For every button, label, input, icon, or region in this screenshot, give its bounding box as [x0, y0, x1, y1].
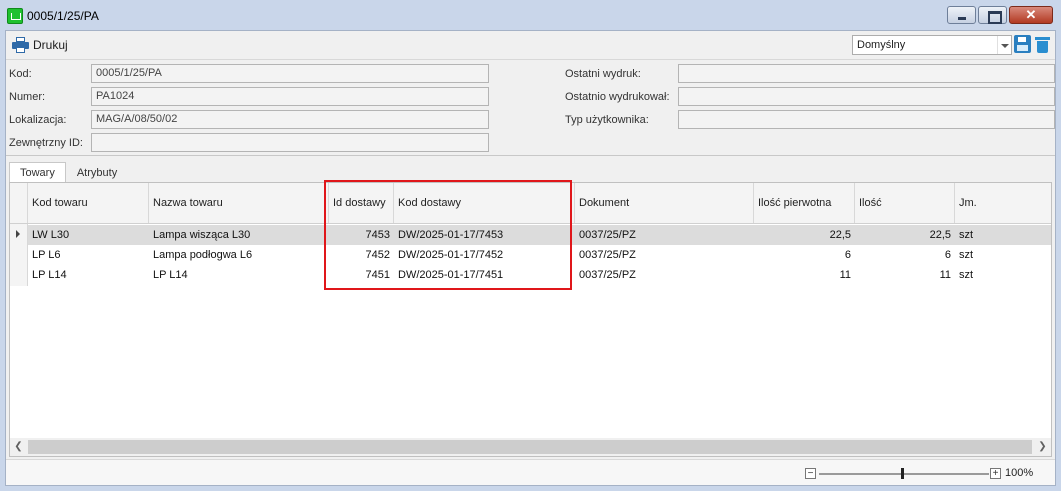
- tab-atrybuty[interactable]: Atrybuty: [66, 162, 128, 183]
- numer-label: Numer:: [9, 91, 46, 103]
- print-button[interactable]: Drukuj: [12, 35, 68, 55]
- row-indicator-column: [10, 224, 28, 286]
- layout-select-value: Domyślny: [857, 39, 906, 51]
- cell-dokument: 0037/25/PZ: [579, 249, 636, 261]
- numer-field[interactable]: PA1024: [91, 87, 489, 106]
- title-bar: 0005/1/25/PA ✕: [0, 0, 1061, 30]
- ostatnio-wydrukowal-field[interactable]: [678, 87, 1055, 106]
- cell-kod-towaru: LW L30: [32, 229, 70, 241]
- scroll-right-icon[interactable]: ❯: [1034, 438, 1051, 456]
- cell-ilosc: 6: [944, 249, 951, 261]
- cell-id-dostawy: 7453: [365, 229, 390, 241]
- status-bar: − + 100%: [6, 459, 1055, 485]
- window-title: 0005/1/25/PA: [27, 9, 99, 23]
- cell-kod-dostawy: DW/2025-01-17/7453: [398, 229, 504, 241]
- zoom-slider[interactable]: [819, 473, 989, 475]
- form-divider: [6, 155, 1055, 156]
- save-icon[interactable]: [1014, 35, 1031, 53]
- items-grid: Kod towaru Nazwa towaru Id dostawy Kod d…: [9, 182, 1052, 457]
- column-header-ilosc[interactable]: Ilość: [855, 183, 955, 223]
- maximize-button[interactable]: [978, 6, 1007, 24]
- cell-ilosc-pierwotna: 11: [839, 269, 851, 281]
- zewnetrzny-id-field[interactable]: [91, 133, 489, 152]
- column-header-kod-towaru[interactable]: Kod towaru: [28, 183, 149, 223]
- cell-kod-dostawy: DW/2025-01-17/7452: [398, 249, 504, 261]
- table-row[interactable]: LP L14 LP L14 7451 DW/2025-01-17/7451 00…: [28, 265, 1051, 285]
- toolbar: Drukuj Domyślny: [6, 31, 1055, 59]
- cell-id-dostawy: 7452: [365, 249, 390, 261]
- horizontal-scrollbar[interactable]: ❮ ❯: [10, 438, 1051, 456]
- indicator-header: [10, 183, 28, 223]
- current-row-arrow-icon: [16, 230, 20, 238]
- cell-nazwa-towaru: Lampa wisząca L30: [153, 229, 251, 241]
- toolbar-divider: [6, 59, 1055, 60]
- printer-icon: [12, 37, 29, 53]
- zewnetrzny-id-label: Zewnętrzny ID:: [9, 137, 83, 149]
- close-button[interactable]: ✕: [1009, 6, 1053, 24]
- cell-dokument: 0037/25/PZ: [579, 269, 636, 281]
- document-window: Drukuj Domyślny Kod: 0005/1/25/PA Numer:…: [5, 30, 1056, 486]
- zoom-level: 100%: [1005, 467, 1034, 479]
- typ-uzytkownika-label: Typ użytkownika:: [565, 114, 649, 126]
- column-header-dokument[interactable]: Dokument: [575, 183, 754, 223]
- cell-ilosc: 11: [939, 269, 951, 281]
- print-label: Drukuj: [33, 38, 68, 52]
- minimize-button[interactable]: [947, 6, 976, 24]
- basket-icon: [7, 8, 23, 24]
- cell-id-dostawy: 7451: [365, 269, 390, 281]
- tab-strip: Towary Atrybuty: [9, 162, 128, 183]
- window-controls: ✕: [945, 6, 1053, 24]
- cell-kod-towaru: LP L14: [32, 269, 67, 281]
- kod-label: Kod:: [9, 68, 32, 80]
- kod-field[interactable]: 0005/1/25/PA: [91, 64, 489, 83]
- lokalizacja-label: Lokalizacja:: [9, 114, 67, 126]
- cell-nazwa-towaru: LP L14: [153, 269, 188, 281]
- zoom-in-button[interactable]: +: [990, 468, 1001, 479]
- column-header-kod-dostawy[interactable]: Kod dostawy: [394, 183, 575, 223]
- tab-towary[interactable]: Towary: [9, 162, 66, 183]
- cell-dokument: 0037/25/PZ: [579, 229, 636, 241]
- cell-kod-towaru: LP L6: [32, 249, 61, 261]
- table-row[interactable]: LW L30 Lampa wisząca L30 7453 DW/2025-01…: [28, 225, 1051, 245]
- ostatnio-wydrukowal-label: Ostatnio wydrukował:: [565, 91, 670, 103]
- scroll-left-icon[interactable]: ❮: [10, 438, 27, 456]
- column-header-ilosc-pierwotna[interactable]: Ilość pierwotna: [754, 183, 855, 223]
- column-header-jm[interactable]: Jm.: [955, 183, 1051, 223]
- cell-ilosc-pierwotna: 22,5: [829, 229, 851, 241]
- column-header-nazwa-towaru[interactable]: Nazwa towaru: [149, 183, 329, 223]
- trash-icon[interactable]: [1035, 35, 1050, 53]
- table-row[interactable]: LP L6 Lampa podłogwa L6 7452 DW/2025-01-…: [28, 245, 1051, 265]
- zoom-slider-thumb[interactable]: [901, 468, 904, 479]
- ostatni-wydruk-label: Ostatni wydruk:: [565, 68, 641, 80]
- chevron-down-icon[interactable]: [997, 36, 1011, 54]
- scrollbar-thumb[interactable]: [28, 440, 1032, 454]
- lokalizacja-field[interactable]: MAG/A/08/50/02: [91, 110, 489, 129]
- cell-ilosc-pierwotna: 6: [844, 249, 851, 261]
- typ-uzytkownika-field[interactable]: [678, 110, 1055, 129]
- cell-kod-dostawy: DW/2025-01-17/7451: [398, 269, 504, 281]
- cell-jm: szt: [959, 269, 974, 281]
- cell-nazwa-towaru: Lampa podłogwa L6: [153, 249, 253, 261]
- cell-jm: szt: [959, 229, 974, 241]
- grid-header: Kod towaru Nazwa towaru Id dostawy Kod d…: [10, 183, 1051, 224]
- column-header-id-dostawy[interactable]: Id dostawy: [329, 183, 394, 223]
- cell-jm: szt: [959, 249, 974, 261]
- layout-select[interactable]: Domyślny: [852, 35, 1012, 55]
- ostatni-wydruk-field[interactable]: [678, 64, 1055, 83]
- zoom-out-button[interactable]: −: [805, 468, 816, 479]
- cell-ilosc: 22,5: [929, 229, 951, 241]
